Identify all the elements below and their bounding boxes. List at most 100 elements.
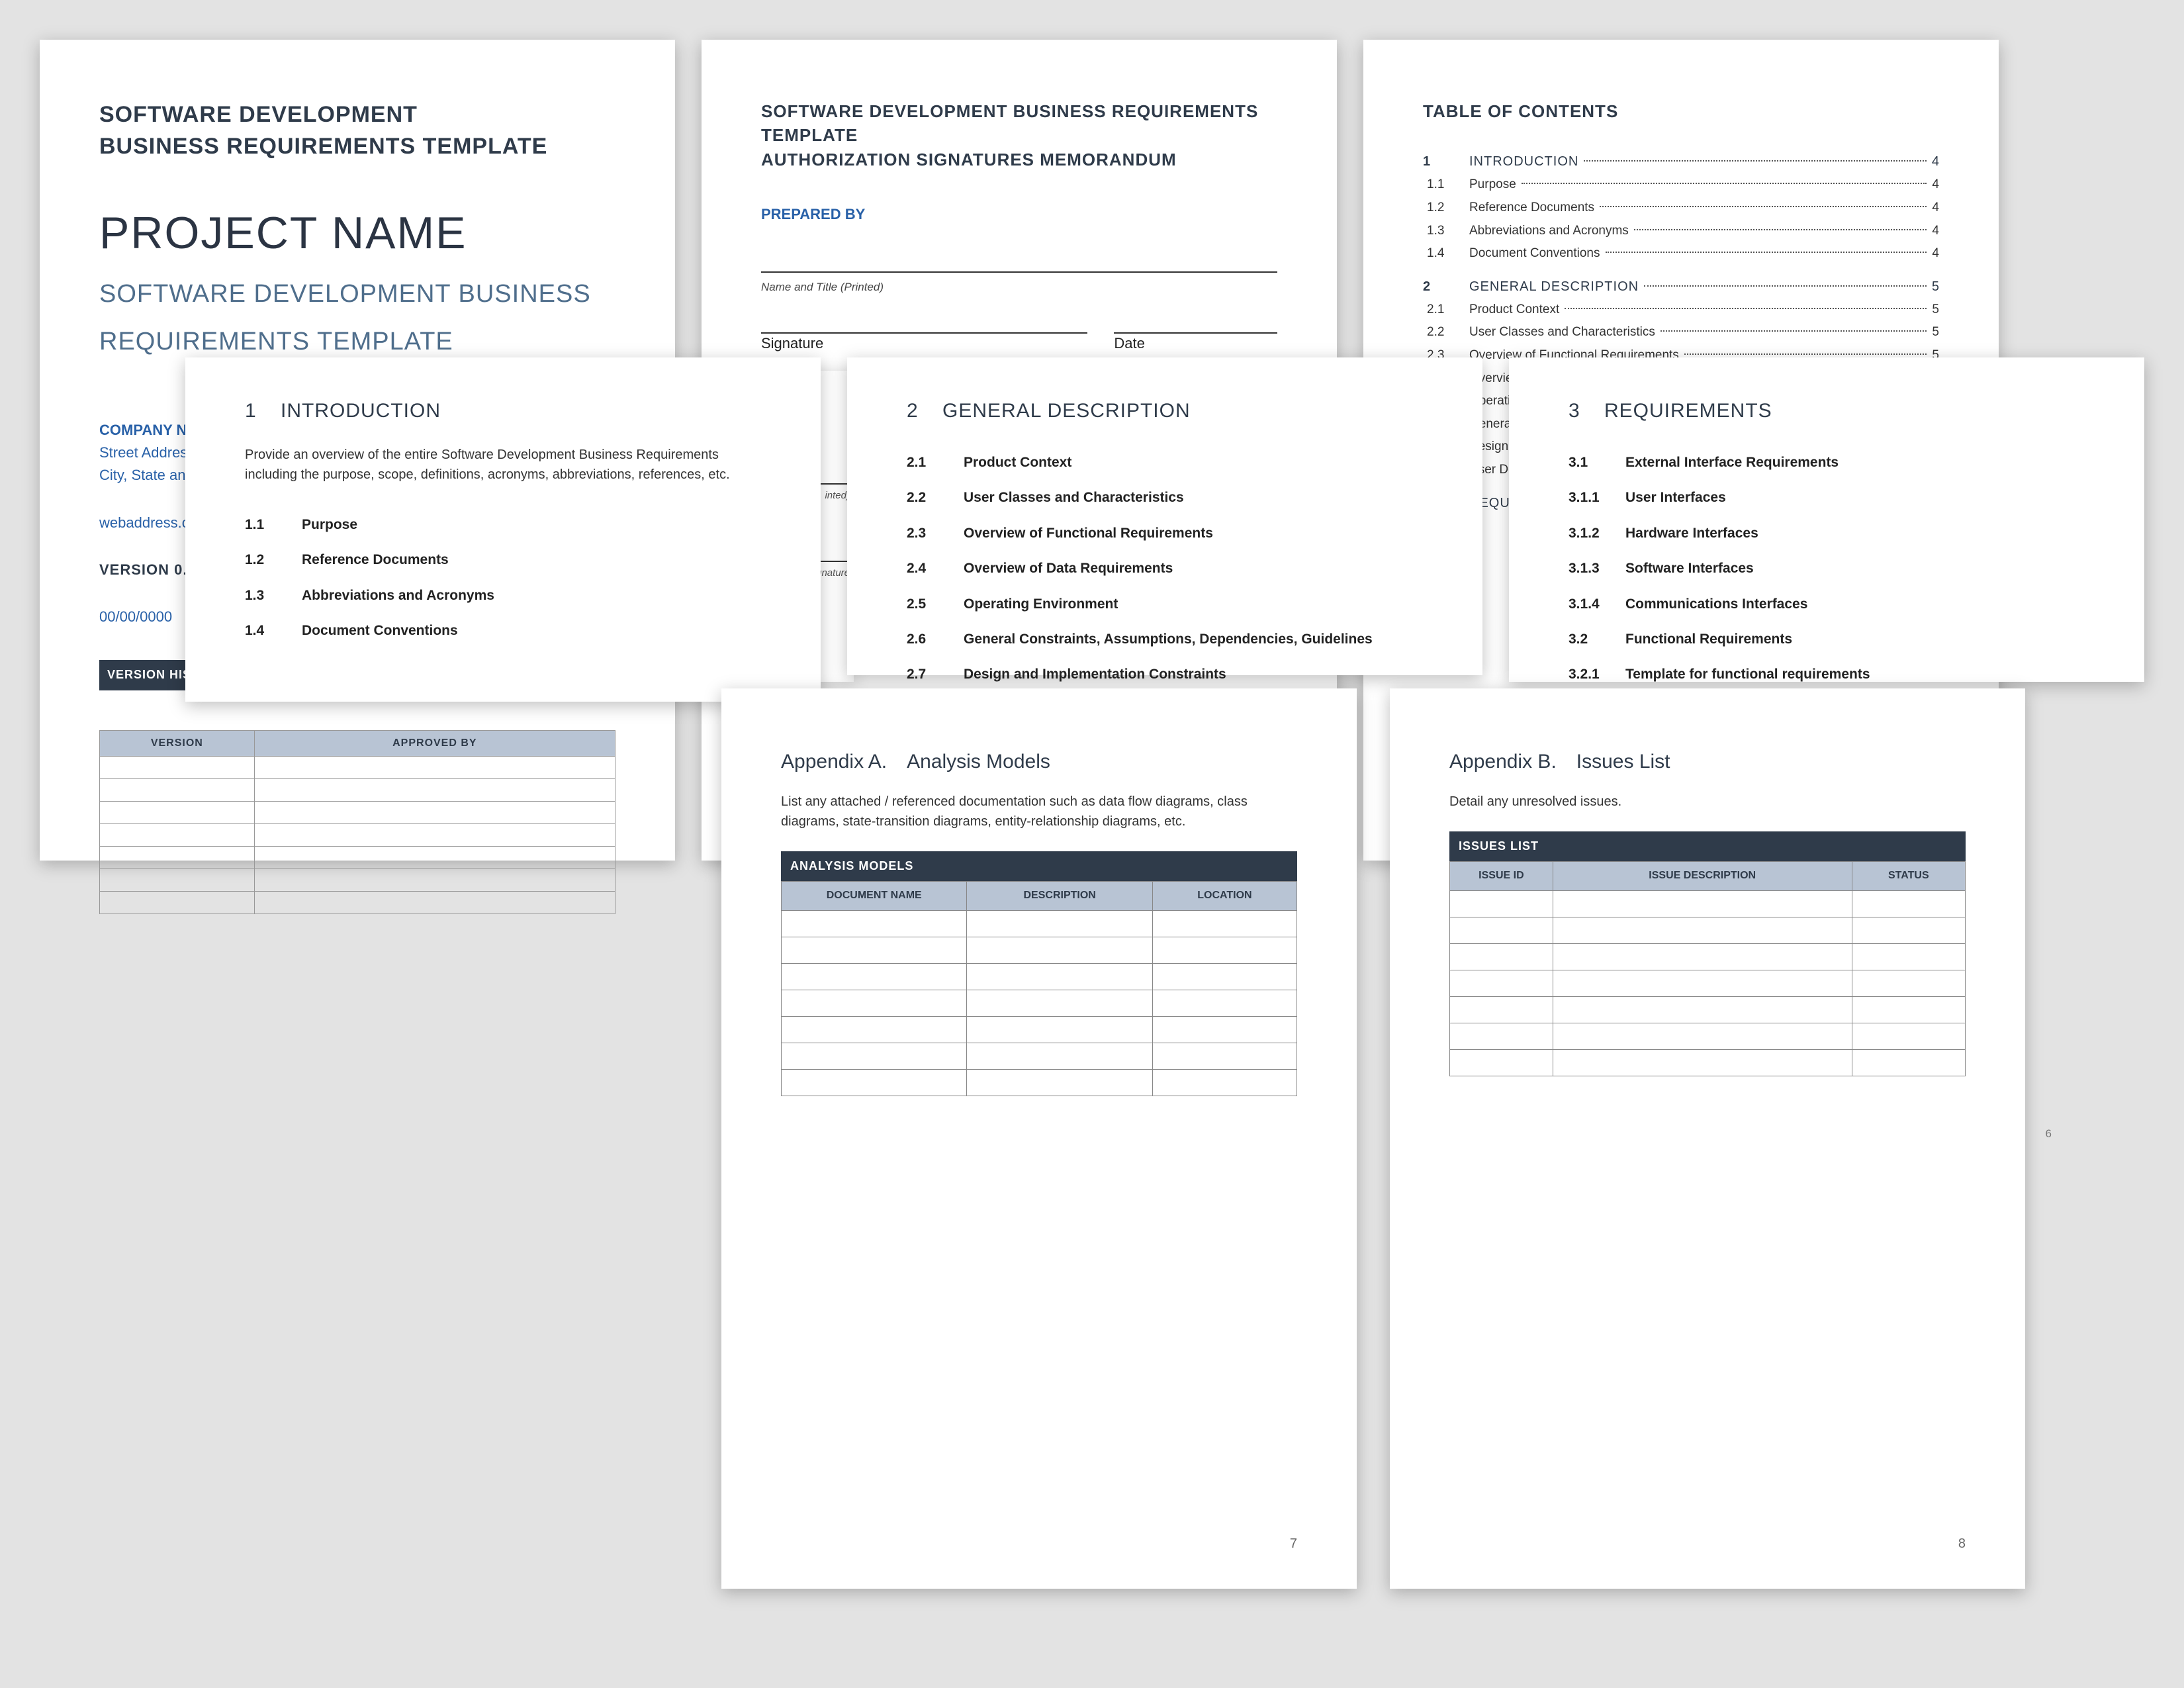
item-number: 3.1.3 [1569,559,1625,578]
item-title: Document Conventions [302,621,458,640]
page-number: 8 [1958,1534,1966,1553]
list-item: 2.5Operating Environment [907,586,1423,622]
toc-leader [1584,160,1927,162]
list-item: 3.2Functional Requirements [1569,622,2085,657]
table-row [100,892,615,914]
list-item: 2.2User Classes and Characteristics [907,480,1423,515]
table-row [782,910,1297,937]
item-number: 1.4 [245,621,302,640]
toc-row: 2.1Product Context5 [1423,299,1939,322]
toc-page: 4 [1927,245,1939,263]
item-title: Template for functional requirements [1625,665,1870,684]
table-row [100,824,615,847]
toc-title: Document Conventions [1469,245,1606,263]
list-item: 1.2Reference Documents [245,542,761,577]
list-item: 2.6General Constraints, Assumptions, Dep… [907,622,1423,657]
table-row [1450,890,1966,917]
toc-page: 5 [1927,324,1939,342]
list-item: 2.4Overview of Data Requirements [907,551,1423,586]
page-appendix-b: Appendix B.Issues List Detail any unreso… [1390,688,2025,1589]
item-title: Abbreviations and Acronyms [302,586,494,605]
section-heading: INTRODUCTION [281,400,441,422]
table-row [1450,996,1966,1023]
table-row [782,1016,1297,1043]
toc-leader [1661,330,1927,332]
item-title: Product Context [964,453,1071,472]
name-title-caption: Name and Title (Printed) [761,279,1277,295]
item-title: Software Interfaces [1625,559,1754,578]
table-row [1450,1049,1966,1076]
item-title: General Constraints, Assumptions, Depend… [964,630,1373,649]
item-number: 3.1.2 [1569,524,1625,543]
toc-number: 2.1 [1423,301,1469,319]
item-title: Communications Interfaces [1625,594,1807,614]
list-item: 3.1.4Communications Interfaces [1569,586,2085,622]
list-item: 2.1Product Context [907,445,1423,480]
doc-type-line1: SOFTWARE DEVELOPMENT [99,99,615,131]
page-introduction: 1INTRODUCTION Provide an overview of the… [185,357,821,702]
date-caption: Date [1114,334,1277,354]
col-issue-description: ISSUE DESCRIPTION [1553,862,1852,890]
col-status: STATUS [1852,862,1965,890]
table-row [782,1043,1297,1069]
page-requirements: 3REQUIREMENTS 3.1External Interface Requ… [1509,357,2144,682]
table-row [782,937,1297,963]
version-history-table: VERSION APPROVED BY [99,730,615,914]
page-number: 7 [1290,1534,1297,1553]
table-row [100,847,615,869]
section-number: 1 [245,397,281,425]
item-title: Overview of Data Requirements [964,559,1173,578]
item-number: 2.7 [907,665,964,684]
toc-title: User Classes and Characteristics [1469,324,1661,342]
toc-page: 4 [1927,152,1939,171]
item-number: 1.3 [245,586,302,605]
page-appendix-a: Appendix A.Analysis Models List any atta… [721,688,1357,1589]
sig-heading-line1: SOFTWARE DEVELOPMENT BUSINESS REQUIREMEN… [761,99,1277,148]
list-item: 3.1.3Software Interfaces [1569,551,2085,586]
table-row [100,802,615,824]
appendix-b-title: Appendix B.Issues List [1449,748,1966,776]
analysis-models-caption: ANALYSIS MODELS [781,851,1297,881]
section-heading: GENERAL DESCRIPTION [942,400,1191,422]
appendix-b-description: Detail any unresolved issues. [1449,792,1966,812]
toc-title: Reference Documents [1469,199,1600,217]
item-title: Reference Documents [302,550,449,569]
appendix-a-name: Analysis Models [907,751,1050,773]
list-item: 1.1Purpose [245,507,761,542]
col-location: LOCATION [1152,882,1297,910]
toc-row: 1INTRODUCTION4 [1423,150,1939,173]
toc-row: 2.2User Classes and Characteristics 5 [1423,321,1939,344]
section-title: 3REQUIREMENTS [1569,397,2085,425]
toc-number: 1.1 [1423,176,1469,194]
toc-heading: TABLE OF CONTENTS [1423,99,1939,123]
section-title: 2GENERAL DESCRIPTION [907,397,1423,425]
table-row [100,869,615,892]
item-number: 1.1 [245,515,302,534]
toc-leader [1606,252,1927,253]
item-title: Purpose [302,515,357,534]
table-row [782,990,1297,1016]
toc-page: 4 [1927,176,1939,194]
list-item: 3.1.1User Interfaces [1569,480,2085,515]
list-item: 3.1.2Hardware Interfaces [1569,516,2085,551]
appendix-a-label: Appendix A. [781,751,887,773]
list-item: 2.7Design and Implementation Constraints [907,657,1423,692]
appendix-b-name: Issues List [1576,751,1670,773]
item-number: 2.4 [907,559,964,578]
toc-leader [1600,206,1927,207]
toc-number: 2.2 [1423,324,1469,342]
section-title: 1INTRODUCTION [245,397,761,425]
item-number: 3.2.1 [1569,665,1625,684]
project-name: PROJECT NAME [99,202,615,265]
toc-page: 5 [1927,301,1939,319]
toc-title: INTRODUCTION [1469,152,1584,171]
vh-col-version: VERSION [100,730,255,756]
item-number: 3.1 [1569,453,1625,472]
toc-number: 1.2 [1423,199,1469,217]
item-number: 2.3 [907,524,964,543]
item-number: 2.6 [907,630,964,649]
item-number: 2.2 [907,488,964,507]
subtitle-line2: REQUIREMENTS TEMPLATE [99,324,615,359]
toc-row: 1.1Purpose4 [1423,173,1939,197]
col-issue-id: ISSUE ID [1450,862,1553,890]
